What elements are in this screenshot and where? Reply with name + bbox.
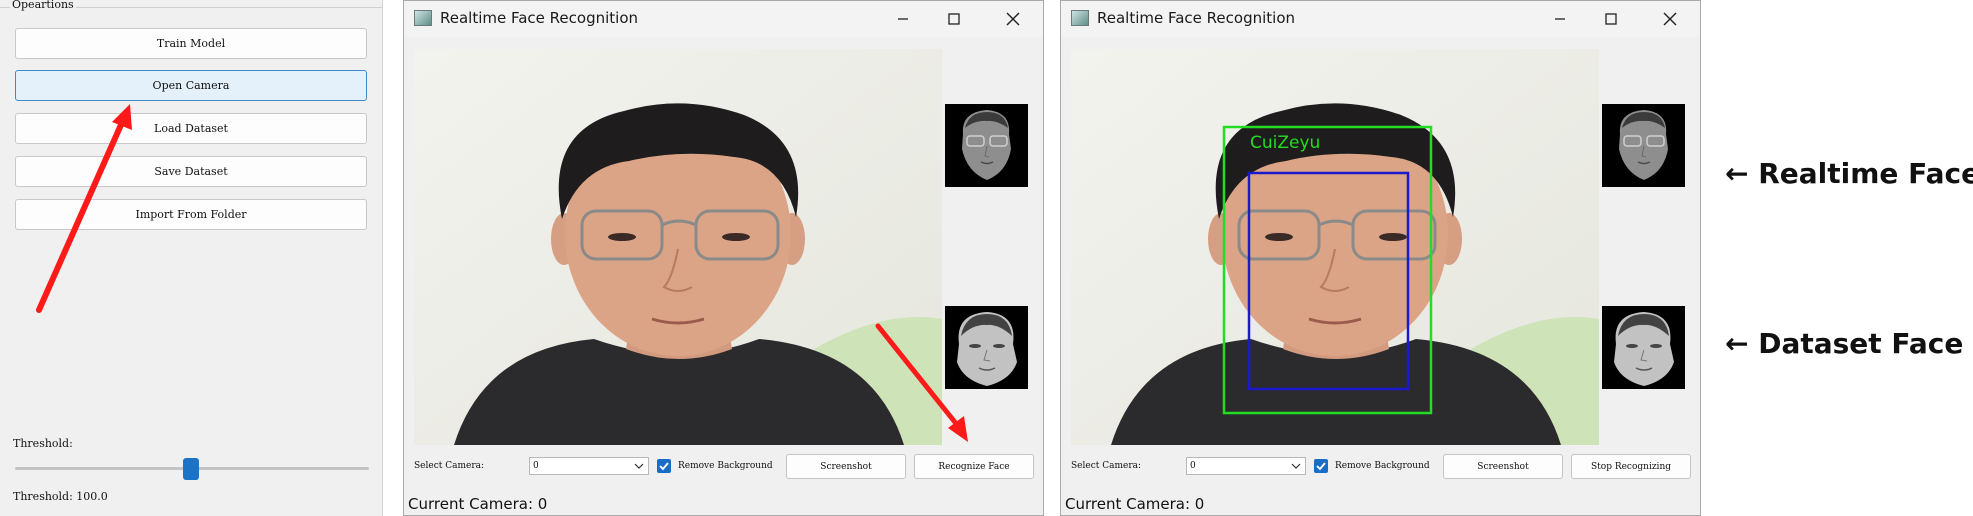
window-title: Realtime Face Recognition (440, 9, 639, 27)
realtime-face-thumbnail (945, 104, 1028, 187)
remove-background-label: Remove Background (678, 461, 773, 471)
remove-background-checkbox[interactable] (657, 459, 671, 473)
remove-background-checkbox[interactable] (1314, 459, 1328, 473)
checkmark-icon (1316, 462, 1326, 471)
detected-name-label: CuiZeyu (1250, 133, 1321, 153)
select-camera-label: Select Camera: (1071, 461, 1142, 471)
remove-background-label: Remove Background (1335, 461, 1430, 471)
maximize-icon[interactable] (931, 1, 977, 37)
face-recognition-window-2: Realtime Face Recognition CuiZeyu Select… (1060, 0, 1701, 516)
maximize-icon[interactable] (1588, 1, 1634, 37)
camera-select-value: 0 (533, 461, 539, 471)
camera-select-value: 0 (1190, 461, 1196, 471)
screenshot-button[interactable]: Screenshot (1443, 454, 1563, 479)
camera-select[interactable]: 0 (1186, 457, 1306, 475)
close-icon[interactable] (990, 1, 1036, 37)
dropdown-arrow-icon (634, 463, 644, 469)
dataset-face-thumbnail (1602, 306, 1685, 389)
camera-feed (414, 49, 942, 445)
minimize-icon[interactable] (880, 1, 926, 37)
realtime-face-annotation: ← Realtime Face (1725, 157, 1973, 190)
threshold-value-text: Threshold: 100.0 (13, 490, 108, 503)
app-icon (1071, 10, 1089, 26)
annotation-arrow-open-camera (36, 104, 132, 313)
select-camera-label: Select Camera: (414, 461, 485, 471)
checkmark-icon (659, 462, 669, 471)
current-camera-status: Current Camera: 0 (408, 495, 548, 513)
dropdown-arrow-icon (1291, 463, 1301, 469)
stop-recognizing-button[interactable]: Stop Recognizing (1571, 454, 1691, 479)
camera-feed-image (1071, 49, 1599, 445)
dataset-face-annotation: ← Dataset Face (1725, 327, 1964, 360)
camera-select[interactable]: 0 (529, 457, 649, 475)
screenshot-button[interactable]: Screenshot (786, 454, 906, 479)
current-camera-status: Current Camera: 0 (1065, 495, 1205, 513)
window-title: Realtime Face Recognition (1097, 9, 1296, 27)
minimize-icon[interactable] (1537, 1, 1583, 37)
close-icon[interactable] (1647, 1, 1693, 37)
realtime-face-thumbnail (1602, 104, 1685, 187)
camera-feed-image (414, 49, 942, 445)
annotation-arrow-recognize-face (875, 323, 968, 442)
app-icon (414, 10, 432, 26)
recognize-face-button[interactable]: Recognize Face (914, 454, 1034, 479)
threshold-label: Threshold: (13, 437, 73, 450)
camera-feed: CuiZeyu (1071, 49, 1599, 445)
threshold-slider-handle[interactable] (183, 458, 199, 480)
